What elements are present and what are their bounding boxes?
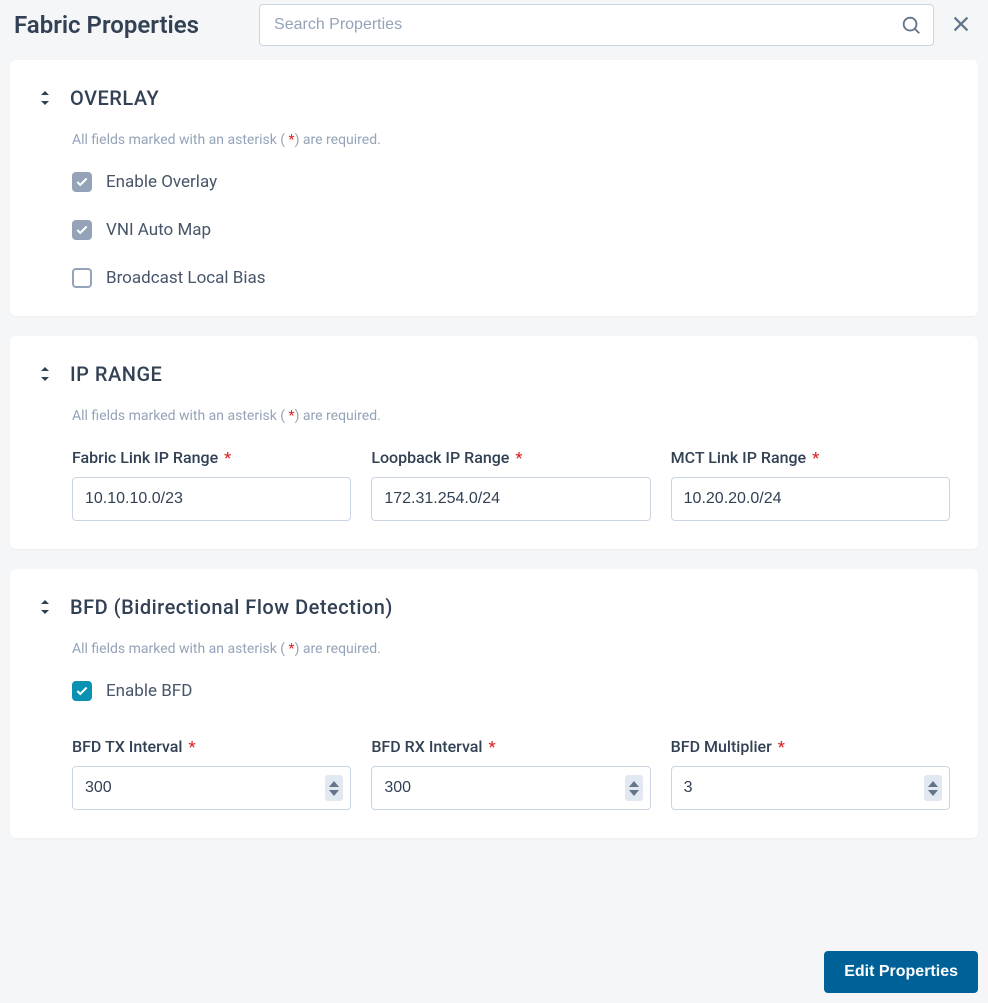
checkbox-row-enable-bfd: Enable BFD <box>72 681 950 701</box>
label-mct-link-text: MCT Link IP Range <box>671 448 806 467</box>
panel-bfd: BFD (Bidirectional Flow Detection) All f… <box>10 569 978 838</box>
label-enable-bfd: Enable BFD <box>106 681 192 701</box>
input-mct-link[interactable] <box>671 477 950 521</box>
header: Fabric Properties <box>0 0 988 50</box>
checkbox-enable-overlay[interactable] <box>72 172 92 192</box>
required-note: All fields marked with an asterisk ( *) … <box>72 641 950 657</box>
field-loopback: Loopback IP Range * <box>371 448 650 521</box>
required-note-suffix: ) are required. <box>295 132 381 148</box>
required-asterisk: * <box>515 448 522 467</box>
stepper-bfd-tx[interactable] <box>325 775 343 801</box>
label-mct-link: MCT Link IP Range * <box>671 448 950 467</box>
required-note-prefix: All fields marked with an asterisk ( <box>72 408 289 424</box>
required-note-prefix: All fields marked with an asterisk ( <box>72 641 289 657</box>
required-note: All fields marked with an asterisk ( *) … <box>72 132 950 148</box>
required-asterisk: * <box>488 737 495 756</box>
label-broadcast-local-bias: Broadcast Local Bias <box>106 268 266 288</box>
required-asterisk: * <box>224 448 231 467</box>
checkbox-row-enable-overlay: Enable Overlay <box>72 172 950 192</box>
label-bfd-rx: BFD RX Interval * <box>371 737 650 756</box>
search-wrap <box>259 4 934 46</box>
panel-area: OVERLAY All fields marked with an asteri… <box>0 50 988 838</box>
field-mct-link: MCT Link IP Range * <box>671 448 950 521</box>
label-bfd-multiplier-text: BFD Multiplier <box>671 737 772 756</box>
panel-title-ip-range: IP RANGE <box>70 362 162 386</box>
panel-header-bfd: BFD (Bidirectional Flow Detection) <box>38 595 950 619</box>
panel-title-overlay: OVERLAY <box>70 86 159 110</box>
field-fabric-link: Fabric Link IP Range * <box>72 448 351 521</box>
label-bfd-tx: BFD TX Interval * <box>72 737 351 756</box>
panel-ip-range: IP RANGE All fields marked with an aster… <box>10 336 978 549</box>
label-loopback: Loopback IP Range * <box>371 448 650 467</box>
label-bfd-tx-text: BFD TX Interval <box>72 737 182 756</box>
label-vni-auto-map: VNI Auto Map <box>106 220 211 240</box>
required-asterisk: * <box>778 737 785 756</box>
collapse-icon[interactable] <box>38 598 52 616</box>
input-bfd-rx[interactable] <box>371 766 650 810</box>
label-fabric-link-text: Fabric Link IP Range <box>72 448 218 467</box>
label-bfd-multiplier: BFD Multiplier * <box>671 737 950 756</box>
label-enable-overlay: Enable Overlay <box>106 172 217 192</box>
input-loopback[interactable] <box>371 477 650 521</box>
checkbox-enable-bfd[interactable] <box>72 681 92 701</box>
required-asterisk: * <box>188 737 195 756</box>
required-note-prefix: All fields marked with an asterisk ( <box>72 132 289 148</box>
required-note-suffix: ) are required. <box>295 408 381 424</box>
field-bfd-rx: BFD RX Interval * <box>371 737 650 810</box>
checkbox-vni-auto-map[interactable] <box>72 220 92 240</box>
panel-title-bfd: BFD (Bidirectional Flow Detection) <box>70 595 393 619</box>
page-title: Fabric Properties <box>14 11 199 39</box>
input-bfd-multiplier[interactable] <box>671 766 950 810</box>
ip-range-field-row: Fabric Link IP Range * Loopback IP Range *… <box>72 448 950 521</box>
search-icon[interactable] <box>900 14 922 36</box>
checkbox-broadcast-local-bias[interactable] <box>72 268 92 288</box>
stepper-bfd-rx[interactable] <box>625 775 643 801</box>
panel-overlay: OVERLAY All fields marked with an asteri… <box>10 60 978 316</box>
field-bfd-multiplier: BFD Multiplier * <box>671 737 950 810</box>
close-button[interactable] <box>944 7 978 44</box>
collapse-icon[interactable] <box>38 365 52 383</box>
label-loopback-text: Loopback IP Range <box>371 448 509 467</box>
checkbox-row-broadcast-local-bias: Broadcast Local Bias <box>72 268 950 288</box>
close-icon <box>950 13 972 38</box>
label-fabric-link: Fabric Link IP Range * <box>72 448 351 467</box>
required-asterisk: * <box>812 448 819 467</box>
collapse-icon[interactable] <box>38 89 52 107</box>
required-note: All fields marked with an asterisk ( *) … <box>72 408 950 424</box>
panel-header-overlay: OVERLAY <box>38 86 950 110</box>
edit-properties-button[interactable]: Edit Properties <box>824 951 978 993</box>
stepper-bfd-multiplier[interactable] <box>924 775 942 801</box>
input-bfd-tx[interactable] <box>72 766 351 810</box>
checkbox-row-vni-auto-map: VNI Auto Map <box>72 220 950 240</box>
bfd-field-row: BFD TX Interval * BFD RX Interval * <box>72 737 950 810</box>
input-fabric-link[interactable] <box>72 477 351 521</box>
required-note-suffix: ) are required. <box>295 641 381 657</box>
label-bfd-rx-text: BFD RX Interval <box>371 737 482 756</box>
search-input[interactable] <box>259 4 934 46</box>
panel-header-ip-range: IP RANGE <box>38 362 950 386</box>
field-bfd-tx: BFD TX Interval * <box>72 737 351 810</box>
